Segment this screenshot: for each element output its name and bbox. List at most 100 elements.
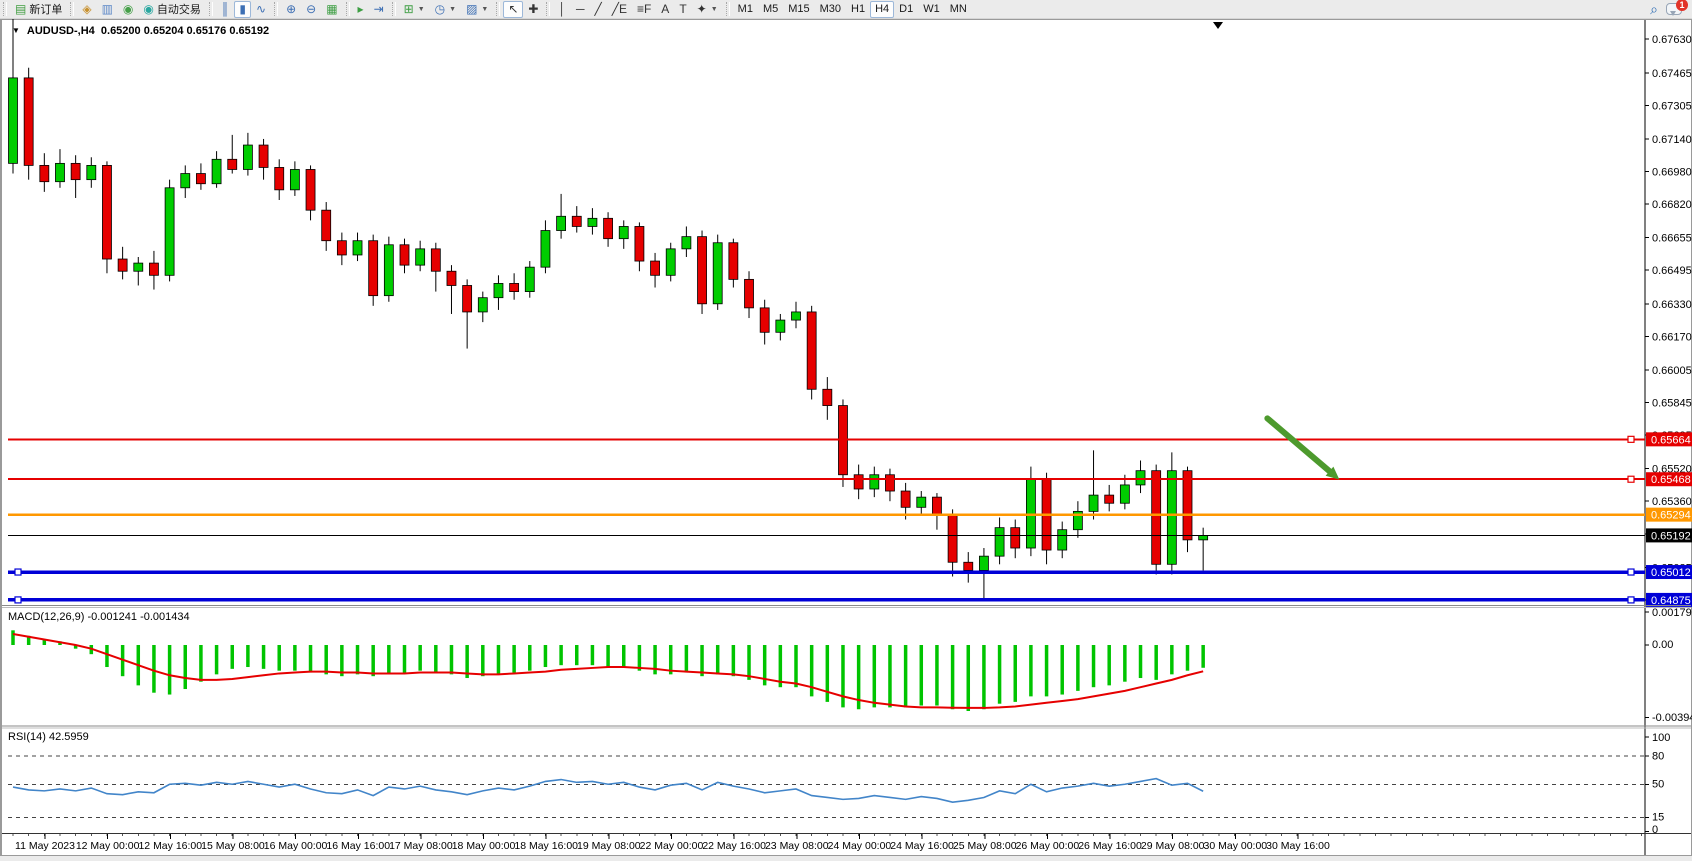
price-chip-label: 0.65468 bbox=[1651, 474, 1691, 486]
toolbar-candlestick-chart-button[interactable]: ▮ bbox=[234, 1, 251, 18]
toolbar-crosshair-button[interactable]: ✚ bbox=[523, 1, 543, 18]
candle-body bbox=[416, 249, 425, 265]
time-axis-label: 26 May 16:00 bbox=[1078, 840, 1142, 852]
line-handle[interactable] bbox=[15, 569, 21, 575]
equidistant-channel-icon: ╱E bbox=[612, 3, 627, 15]
candle-body bbox=[745, 279, 754, 307]
chart-svg: 0.676300.674650.673050.671400.669800.668… bbox=[0, 0, 1692, 861]
toolbar-tf-h4-button[interactable]: H4 bbox=[870, 1, 894, 18]
chart-ohlc-values: 0.65200 0.65204 0.65176 0.65192 bbox=[101, 25, 269, 37]
toolbar-tf-w1-button[interactable]: W1 bbox=[918, 1, 945, 18]
toolbar-time-periods-button[interactable]: ◷▼ bbox=[430, 1, 461, 18]
price-axis-label: 0.66655 bbox=[1652, 233, 1692, 245]
rsi-axis-label: 0 bbox=[1652, 824, 1658, 836]
candle-body bbox=[885, 475, 894, 491]
chart-shift-marker[interactable] bbox=[1213, 22, 1223, 29]
candle-body bbox=[384, 245, 393, 296]
toolbar-tf-d1-button[interactable]: D1 bbox=[894, 1, 918, 18]
toolbar-signals-button[interactable]: ◉ bbox=[118, 1, 138, 18]
chart-shift-icon: ⇥ bbox=[374, 3, 384, 15]
macd-indicator-label: MACD(12,26,9) -0.001241 -0.001434 bbox=[8, 611, 190, 623]
line-handle[interactable] bbox=[1628, 476, 1634, 482]
candle-body bbox=[1089, 495, 1098, 511]
toolbar-tile-windows-button[interactable]: ▦ bbox=[321, 1, 342, 18]
new-chart-caret-icon[interactable]: ▼ bbox=[418, 6, 425, 13]
candle-body bbox=[1120, 485, 1129, 503]
time-axis-label: 18 May 00:00 bbox=[452, 840, 516, 852]
time-axis-label: 23 May 08:00 bbox=[765, 840, 829, 852]
candle-body bbox=[666, 249, 675, 275]
toolbar-fibonacci-retracement-button[interactable]: ≡F bbox=[632, 1, 656, 18]
toolbar-zoom-out-button[interactable]: ⊖ bbox=[301, 1, 321, 18]
toolbar-chart-shift-button[interactable]: ⇥ bbox=[369, 1, 389, 18]
toolbar-tf-m15-button[interactable]: M15 bbox=[783, 1, 814, 18]
candle-body bbox=[1136, 471, 1145, 485]
price-axis-label: 0.65845 bbox=[1652, 398, 1692, 410]
tf-m5-label: M5 bbox=[763, 3, 778, 15]
auto-trading-label: 自动交易 bbox=[157, 1, 201, 17]
toolbar-tf-h1-button[interactable]: H1 bbox=[846, 1, 870, 18]
toolbar-styler-button[interactable]: ◈ bbox=[77, 1, 96, 18]
new-chart-icon: ⊞ bbox=[404, 3, 414, 15]
line-handle[interactable] bbox=[1628, 436, 1634, 442]
chat-notification-button[interactable]: 1 bbox=[1666, 3, 1682, 15]
toolbar-templates-button[interactable]: ▨▼ bbox=[461, 1, 493, 18]
toolbar-tf-mn-button[interactable]: MN bbox=[945, 1, 972, 18]
toolbar-text-label-button[interactable]: T bbox=[674, 1, 691, 18]
toolbar-zoom-in-button[interactable]: ⊕ bbox=[281, 1, 301, 18]
tf-mn-label: MN bbox=[950, 3, 967, 15]
candle-body bbox=[1183, 471, 1192, 540]
toolbar-equidistant-channel-button[interactable]: ╱E bbox=[607, 1, 632, 18]
arrows-caret-icon[interactable]: ▼ bbox=[711, 6, 718, 13]
toolbar-market-watch-button[interactable]: ▥ bbox=[97, 1, 118, 18]
candle-body bbox=[807, 312, 816, 389]
toolbar-bar-chart-button[interactable]: ║ bbox=[216, 1, 235, 18]
candle-body bbox=[792, 312, 801, 320]
candle-body bbox=[102, 165, 111, 259]
candle-body bbox=[729, 243, 738, 280]
candle-body bbox=[9, 78, 18, 163]
toolbar-tf-m30-button[interactable]: M30 bbox=[815, 1, 846, 18]
tf-d1-label: D1 bbox=[899, 3, 913, 15]
toolbar-cursor-button[interactable]: ↖ bbox=[503, 1, 523, 18]
toolbar-tf-m1-button[interactable]: M1 bbox=[733, 1, 758, 18]
toolbar-text-button[interactable]: A bbox=[656, 1, 674, 18]
time-axis-label: 15 May 08:00 bbox=[201, 840, 265, 852]
zoom-out-icon: ⊖ bbox=[306, 3, 316, 15]
toolbar-vertical-line-button[interactable]: │ bbox=[553, 1, 571, 18]
candle-body bbox=[604, 218, 613, 238]
price-axis-label: 0.66495 bbox=[1652, 265, 1692, 277]
toolbar-new-chart-button[interactable]: ⊞▼ bbox=[399, 1, 430, 18]
toolbar-new-order-button[interactable]: ▤新订单 bbox=[10, 1, 67, 18]
toolbar-trendline-button[interactable]: ╱ bbox=[589, 1, 606, 18]
time-axis-label: 12 May 16:00 bbox=[138, 840, 202, 852]
time-axis-label: 24 May 00:00 bbox=[828, 840, 892, 852]
time-periods-caret-icon[interactable]: ▼ bbox=[449, 6, 456, 13]
line-handle[interactable] bbox=[15, 597, 21, 603]
chat-bubble-tail bbox=[1670, 11, 1676, 19]
arrow-annotation[interactable] bbox=[1267, 418, 1329, 471]
candle-body bbox=[290, 169, 299, 189]
candle-body bbox=[760, 308, 769, 332]
line-handle[interactable] bbox=[1628, 597, 1634, 603]
toolbar-arrows-button[interactable]: ✦▼ bbox=[692, 1, 723, 18]
candle-body bbox=[400, 245, 409, 265]
price-axis-label: 0.66170 bbox=[1652, 331, 1692, 343]
toolbar-horizontal-line-button[interactable]: ─ bbox=[571, 1, 590, 18]
time-axis-label: 18 May 16:00 bbox=[514, 840, 578, 852]
templates-caret-icon[interactable]: ▼ bbox=[481, 6, 488, 13]
toolbar-tf-m5-button[interactable]: M5 bbox=[758, 1, 783, 18]
search-icon[interactable]: ⌕ bbox=[1650, 1, 1658, 18]
toolbar-line-chart-button[interactable]: ∿ bbox=[251, 1, 271, 18]
candle-body bbox=[228, 159, 237, 169]
macd-axis-label: 0.001799 bbox=[1652, 607, 1692, 619]
chart-title-dropdown-icon[interactable]: ▼ bbox=[12, 26, 20, 35]
signals-icon: ◉ bbox=[123, 3, 133, 15]
rsi-indicator-label: RSI(14) 42.5959 bbox=[8, 731, 89, 743]
toolbar-auto-scroll-button[interactable]: ▸ bbox=[353, 1, 369, 18]
candle-body bbox=[463, 285, 472, 311]
price-chip-label: 0.65192 bbox=[1651, 530, 1691, 542]
toolbar-auto-trading-button[interactable]: ◉自动交易 bbox=[138, 1, 205, 18]
candle-body bbox=[713, 243, 722, 304]
line-handle[interactable] bbox=[1628, 569, 1634, 575]
